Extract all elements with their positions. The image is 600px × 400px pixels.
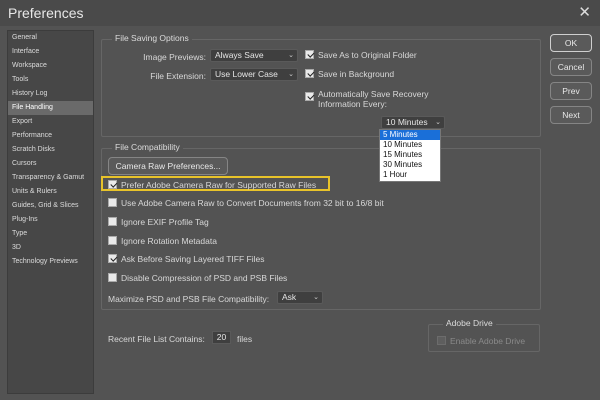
recent-files-label: Recent File List Contains: [108, 334, 205, 344]
ignore-exif-profile-tag-label: Ignore EXIF Profile Tag [121, 217, 209, 227]
image-previews-value: Always Save [215, 50, 264, 60]
file-saving-options-title: File Saving Options [112, 33, 192, 43]
window-title: Preferences [8, 5, 84, 21]
image-previews-label: Image Previews: [143, 52, 206, 62]
image-previews-select[interactable]: Always Save ⌄ [210, 49, 298, 62]
disable-compression-of-psd-and-psb-files-checkbox[interactable] [108, 273, 117, 282]
sidebar-item-interface[interactable]: Interface [8, 45, 93, 59]
chevron-down-icon: ⌄ [288, 52, 294, 59]
enable-adobe-drive-checkbox[interactable] [437, 336, 446, 345]
use-adobe-camera-raw-to-convert-document-label: Use Adobe Camera Raw to Convert Document… [121, 198, 384, 208]
interval-option[interactable]: 1 Hour [380, 170, 440, 180]
use-adobe-camera-raw-to-convert-document-checkbox[interactable] [108, 198, 117, 207]
save-background-label: Save in Background [318, 69, 395, 79]
auto-save-label-line2: Information Every: [318, 99, 387, 109]
adobe-drive-title: Adobe Drive [443, 318, 496, 328]
chevron-down-icon: ⌄ [435, 119, 441, 126]
interval-option[interactable]: 5 Minutes [380, 130, 440, 140]
file-extension-select[interactable]: Use Lower Case ⌄ [210, 68, 298, 81]
sidebar-item-tools[interactable]: Tools [8, 73, 93, 87]
file-extension-value: Use Lower Case [215, 69, 278, 79]
recent-files-suffix: files [237, 334, 253, 344]
sidebar-item-workspace[interactable]: Workspace [8, 59, 93, 73]
close-icon[interactable]: ✕ [578, 3, 591, 21]
save-as-original-label: Save As to Original Folder [318, 50, 417, 60]
sidebar-nav: General Interface Workspace Tools History Lo… [7, 30, 94, 394]
sidebar-item-scratch-disks[interactable]: Scratch Disks [8, 143, 93, 157]
camera-raw-preferences-button[interactable]: Camera Raw Preferences... [108, 157, 228, 175]
ask-before-saving-layered-tiff-files-checkbox[interactable] [108, 254, 117, 263]
ignore-exif-profile-tag-checkbox[interactable] [108, 217, 117, 226]
auto-save-interval-value: 10 Minutes [386, 117, 428, 127]
ignore-rotation-metadata-label: Ignore Rotation Metadata [121, 236, 217, 246]
sidebar-item-export[interactable]: Export [8, 115, 93, 129]
sidebar-item-history-log[interactable]: History Log [8, 87, 93, 101]
prefer-adobe-camera-raw-for-supported-ra-label: Prefer Adobe Camera Raw for Supported Ra… [121, 180, 317, 190]
maximize-compat-value: Ask [282, 292, 297, 302]
save-as-original-checkbox[interactable] [305, 50, 314, 59]
sidebar-item-plug-ins[interactable]: Plug-Ins [8, 213, 93, 227]
file-compatibility-title: File Compatibility [112, 142, 183, 152]
chevron-down-icon: ⌄ [313, 294, 319, 301]
auto-save-interval-select[interactable]: 10 Minutes ⌄ [381, 116, 445, 129]
sidebar-item-cursors[interactable]: Cursors [8, 157, 93, 171]
auto-save-label-line1: Automatically Save Recovery [318, 89, 429, 99]
next-button[interactable]: Next [550, 106, 592, 124]
ask-before-saving-layered-tiff-files-label: Ask Before Saving Layered TIFF Files [121, 254, 265, 264]
recent-files-input[interactable]: 20 [212, 331, 231, 344]
sidebar-item-general[interactable]: General [8, 31, 93, 45]
sidebar-item-transparency-gamut[interactable]: Transparency & Gamut [8, 171, 93, 185]
sidebar-item-type[interactable]: Type [8, 227, 93, 241]
sidebar-item-units-rulers[interactable]: Units & Rulers [8, 185, 93, 199]
ok-button[interactable]: OK [550, 34, 592, 52]
prev-button[interactable]: Prev [550, 82, 592, 100]
chevron-down-icon: ⌄ [288, 71, 294, 78]
file-extension-label: File Extension: [150, 71, 206, 81]
prefer-adobe-camera-raw-for-supported-ra-checkbox[interactable] [108, 180, 117, 189]
sidebar-item-guides-grid-slices[interactable]: Guides, Grid & Slices [8, 199, 93, 213]
sidebar-item-file-handling[interactable]: File Handling [8, 101, 93, 115]
ignore-rotation-metadata-checkbox[interactable] [108, 236, 117, 245]
save-background-checkbox[interactable] [305, 69, 314, 78]
enable-adobe-drive-label: Enable Adobe Drive [450, 336, 526, 346]
cancel-button[interactable]: Cancel [550, 58, 592, 76]
sidebar-item-3d[interactable]: 3D [8, 241, 93, 255]
auto-save-interval-dropdown: 5 Minutes 10 Minutes 15 Minutes 30 Minutes 1… [379, 129, 441, 182]
disable-compression-of-psd-and-psb-files-label: Disable Compression of PSD and PSB Files [121, 273, 288, 283]
interval-option[interactable]: 15 Minutes [380, 150, 440, 160]
sidebar-item-performance[interactable]: Performance [8, 129, 93, 143]
maximize-compat-select[interactable]: Ask ⌄ [277, 291, 323, 304]
interval-option[interactable]: 30 Minutes [380, 160, 440, 170]
title-bar: Preferences ✕ [0, 0, 600, 26]
maximize-compat-label: Maximize PSD and PSB File Compatibility: [108, 294, 270, 304]
sidebar-item-technology-previews[interactable]: Technology Previews [8, 255, 93, 269]
interval-option[interactable]: 10 Minutes [380, 140, 440, 150]
auto-save-checkbox[interactable] [305, 92, 314, 101]
